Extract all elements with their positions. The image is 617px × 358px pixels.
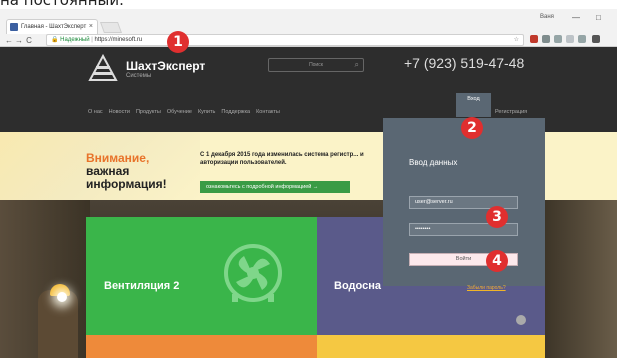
favicon-icon — [10, 23, 18, 31]
new-tab-button[interactable] — [99, 22, 123, 33]
search-icon[interactable]: ⌕ — [355, 59, 359, 71]
tile-ventilation-label: Вентиляция 2 — [104, 280, 180, 292]
search-input[interactable]: Поиск ⌕ — [268, 58, 364, 72]
tile-bottom-right[interactable] — [317, 335, 545, 358]
callout-1: 1 — [167, 31, 189, 53]
extension-icon[interactable] — [554, 35, 562, 43]
bookmark-star-icon[interactable]: ☆ — [514, 35, 519, 46]
tile-bottom-left[interactable] — [86, 335, 317, 358]
helmet-lamp — [57, 292, 67, 302]
website: ШахтЭксперт Системы Поиск ⌕ +7 (923) 519… — [0, 47, 617, 358]
menu-item-training[interactable]: Обучение — [167, 109, 192, 115]
fan-icon — [224, 244, 282, 302]
menu-item-contacts[interactable]: Контакты — [256, 109, 280, 115]
forward-icon[interactable]: → — [14, 36, 24, 45]
tab-title: Главная - ШахтЭксперт — [21, 24, 87, 30]
extension-icon[interactable] — [566, 35, 574, 43]
notice-heading-2: важная — [86, 164, 130, 178]
notice-heading-3: информация! — [86, 177, 167, 191]
login-tab[interactable]: Вход — [456, 93, 491, 117]
menu-item-support[interactable]: Поддержка — [221, 109, 250, 115]
brand-subtitle: Системы — [126, 73, 152, 79]
window-user-label: Ваня — [540, 14, 554, 20]
screenshot-root: на постоянный. Главная - ШахтЭксперт × В… — [0, 0, 617, 358]
reload-icon[interactable]: C — [24, 36, 34, 45]
tile-water-label: Водосна — [334, 280, 381, 292]
back-icon[interactable]: ← — [4, 36, 14, 45]
search-placeholder: Поиск — [309, 62, 323, 68]
url-input[interactable]: 🔒 Надежный | https://minesoft.ru ☆ — [46, 34, 524, 46]
maximize-icon[interactable]: □ — [596, 13, 601, 22]
tab-close-icon[interactable]: × — [89, 20, 93, 34]
menu-item-products[interactable]: Продукты — [136, 109, 161, 115]
callout-2: 2 — [461, 117, 483, 139]
notice-details-button[interactable]: ознакомьтесь с подробной информацией → — [200, 181, 350, 193]
secure-label: Надежный — [60, 37, 90, 43]
login-panel: Ввод данных user@server.ru •••••••• Войт… — [383, 118, 545, 291]
brand-name[interactable]: ШахтЭксперт — [126, 59, 205, 73]
menu-item-news[interactable]: Новости — [109, 109, 130, 115]
browser-chrome: Главная - ШахтЭксперт × Ваня — □ ← → C 🔒… — [0, 9, 617, 47]
menu-icon[interactable] — [592, 35, 600, 43]
main-menu: О нас Новости Продукты Обучение Купить П… — [88, 109, 280, 115]
url-text: https://minesoft.ru — [94, 37, 143, 43]
register-link[interactable]: Регистрация — [495, 109, 527, 115]
address-bar-row: ← → C 🔒 Надежный | https://minesoft.ru ☆ — [0, 34, 617, 47]
login-panel-title: Ввод данных — [409, 158, 458, 167]
lock-icon: 🔒 — [51, 37, 59, 43]
mine-wall-right — [545, 200, 617, 358]
menu-item-buy[interactable]: Купить — [198, 109, 215, 115]
browser-tab[interactable]: Главная - ШахтЭксперт × — [6, 19, 98, 34]
callout-4: 4 — [486, 250, 508, 272]
extension-icon[interactable] — [530, 35, 538, 43]
notice-text: С 1 декабря 2015 года изменилась система… — [200, 152, 364, 166]
forgot-password-link[interactable]: Забыли пароль? — [467, 285, 506, 291]
phone-number: +7 (923) 519-47-48 — [404, 55, 525, 71]
caption-text: на постоянный. — [0, 0, 124, 9]
logo-icon[interactable] — [88, 54, 118, 82]
callout-3: 3 — [486, 206, 508, 228]
minimize-icon[interactable]: — — [572, 13, 580, 22]
menu-item-about[interactable]: О нас — [88, 109, 103, 115]
extension-icon[interactable] — [578, 35, 586, 43]
slider-dot[interactable] — [516, 315, 526, 325]
notice-heading-1: Внимание, — [86, 151, 150, 165]
extension-icon[interactable] — [542, 35, 550, 43]
